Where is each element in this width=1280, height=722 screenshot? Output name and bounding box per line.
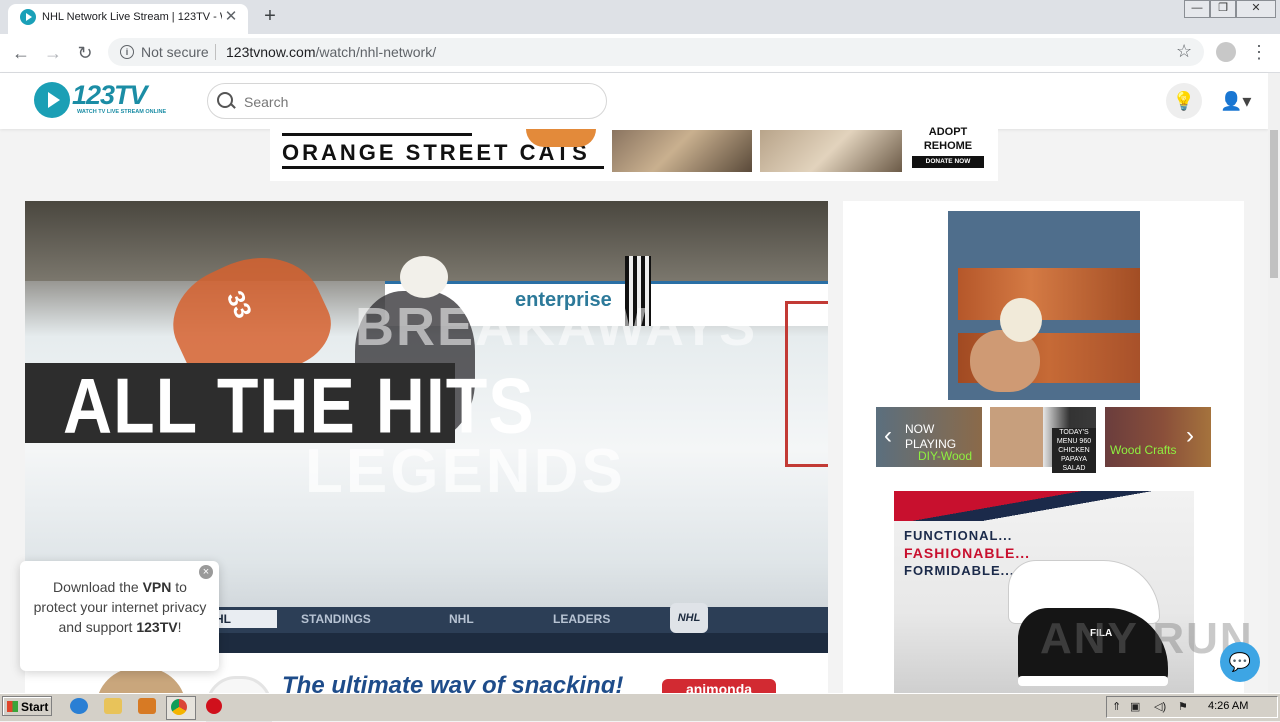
new-tab-button[interactable]: + — [258, 4, 282, 28]
site-logo[interactable]: 123TV — [72, 80, 148, 111]
ad-rule-bottom — [282, 166, 604, 169]
chevron-left-icon[interactable]: ‹ — [884, 422, 892, 450]
windows-flag-icon — [7, 701, 18, 712]
theme-toggle-bulb-icon[interactable]: 💡 — [1166, 83, 1202, 119]
ad-cat-photo — [760, 130, 902, 172]
ad-adopt-text: ADOPT REHOME — [923, 126, 973, 152]
fila-ad-stripe — [894, 491, 1194, 521]
vpn-popup-message[interactable]: Download the VPN to protect your interne… — [30, 577, 210, 637]
vpn-brand: 123TV — [136, 619, 178, 635]
ad-donate-button[interactable]: DONATE NOW — [912, 156, 984, 168]
video-lower-item: NHL — [449, 612, 474, 626]
chevron-right-icon[interactable]: › — [1186, 422, 1194, 450]
browser-menu-icon[interactable]: ⋮ — [1250, 42, 1268, 63]
nhl-logo-icon: NHL — [670, 603, 708, 633]
security-label[interactable]: Not secure — [141, 44, 209, 60]
logo-tagline: WATCH TV LIVE STREAM ONLINE — [77, 109, 167, 115]
alert-icon[interactable] — [206, 698, 222, 714]
ad-orange-cat-logo — [526, 129, 596, 147]
carousel-thumb-label: DIY-Wood — [918, 449, 973, 463]
video-helmet — [400, 256, 448, 298]
tab-close-icon[interactable]: ✕ — [222, 8, 240, 26]
reload-icon[interactable]: ↻ — [72, 40, 98, 66]
taskbar-clock[interactable]: 4:26 AM — [1208, 700, 1248, 712]
maximize-button[interactable]: ❐ — [1210, 0, 1236, 18]
close-icon[interactable]: × — [199, 565, 213, 579]
info-icon[interactable]: i — [120, 45, 134, 59]
video-ghost-title-top: BREAKAWAYS — [355, 297, 758, 357]
carousel-thumb-label: Wood Crafts — [1110, 443, 1177, 457]
start-label: Start — [21, 700, 49, 714]
flag-icon[interactable]: ⚑ — [1178, 700, 1188, 713]
tab-title: NHL Network Live Stream | 123TV - W — [42, 11, 222, 23]
url-domain: 123tvnow.com — [226, 44, 316, 60]
window-close-button[interactable]: ✕ — [1236, 0, 1276, 18]
glue-bottle-image — [1000, 298, 1042, 342]
site-header — [0, 73, 1268, 129]
ad-cat-photo — [612, 130, 752, 172]
forward-arrow-icon[interactable]: → — [40, 40, 66, 66]
video-ghost-title-bottom: LEGENDS — [305, 437, 626, 506]
now-playing-label: NOW PLAYING — [905, 422, 957, 451]
folder-icon[interactable] — [104, 698, 122, 714]
chat-bubble-icon[interactable]: 💬 — [1220, 642, 1260, 682]
fila-ad-line: FUNCTIONAL... — [904, 528, 1013, 543]
search-icon — [217, 92, 233, 108]
vpn-text-part: ! — [177, 619, 182, 635]
bookmark-star-icon[interactable]: ☆ — [1176, 41, 1192, 62]
profile-avatar-icon[interactable] — [1216, 42, 1236, 62]
url-separator — [215, 44, 216, 60]
back-arrow-icon[interactable]: ← — [8, 40, 34, 66]
video-lower-item: LEADERS — [553, 612, 611, 626]
minimize-button[interactable]: — — [1184, 0, 1210, 18]
user-menu-icon[interactable]: 👤▾ — [1220, 91, 1251, 112]
chrome-icon — [171, 699, 187, 715]
fila-ad-line: FASHIONABLE... — [904, 545, 1031, 561]
carousel-thumb[interactable] — [1105, 407, 1211, 467]
ie-icon[interactable] — [70, 698, 88, 714]
ad-rule-top — [282, 133, 472, 136]
vpn-text-part: Download the — [53, 579, 143, 595]
vpn-keyword: VPN — [142, 579, 172, 595]
media-player-icon[interactable] — [138, 698, 156, 714]
carousel-thumb-label: TODAY'S MENU 960 CHICKEN PAPAYA SALAD — [1052, 428, 1096, 473]
volume-icon[interactable]: ◁) — [1154, 700, 1166, 713]
wood-plank-top — [958, 268, 1140, 320]
search-input[interactable] — [242, 92, 586, 112]
network-icon[interactable]: ▣ — [1130, 700, 1140, 713]
video-lower-item: STANDINGS — [301, 612, 371, 626]
scrollbar-thumb[interactable] — [1270, 130, 1278, 278]
start-button[interactable]: Start — [2, 696, 52, 716]
logo-play-icon[interactable] — [34, 82, 70, 118]
url-text[interactable]: 123tvnow.com/watch/nhl-network/ — [226, 44, 436, 60]
tab-favicon-icon — [20, 9, 36, 25]
fila-ad-line: FORMIDABLE... — [904, 563, 1015, 578]
tray-arrow-icon[interactable]: ⇑ — [1112, 700, 1121, 713]
fila-shoe-sole — [1018, 676, 1168, 686]
url-path: /watch/nhl-network/ — [315, 44, 437, 60]
video-goal-net — [785, 301, 828, 467]
